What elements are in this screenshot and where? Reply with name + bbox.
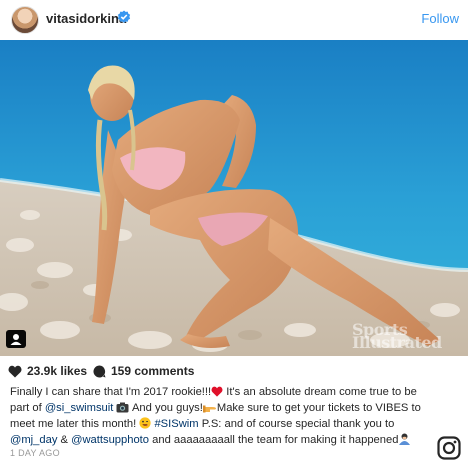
- caption-text-3: And you guys!: [129, 402, 203, 414]
- beach-photo-image: [0, 40, 468, 356]
- instagram-logo-icon[interactable]: [437, 436, 461, 460]
- mention-wattsupphoto[interactable]: @wattsupphoto: [71, 434, 149, 446]
- winking-face-icon: [139, 417, 151, 429]
- post-caption: Finally I can share that I'm 2017 rookie…: [10, 384, 438, 448]
- watermark-line-2: Illustrated: [352, 333, 442, 352]
- comments-count[interactable]: 159 comments: [111, 364, 194, 378]
- username-link[interactable]: vitasidorkina: [46, 11, 126, 26]
- heart-icon[interactable]: [8, 365, 22, 378]
- comment-icon[interactable]: [93, 365, 106, 378]
- photo-watermark: Sports Illustrated: [352, 322, 442, 352]
- follow-button[interactable]: Follow: [421, 11, 459, 26]
- mention-si-swimsuit[interactable]: @si_swimsuit: [45, 402, 114, 414]
- post-photo[interactable]: [0, 40, 468, 356]
- post-actions: 23.9k likes 159 comments: [0, 360, 468, 382]
- caption-text-1: Finally I can share that I'm 2017 rookie…: [10, 386, 212, 398]
- hashtag-siswim[interactable]: #SISwim: [154, 418, 198, 430]
- red-heart-icon: [211, 386, 223, 397]
- camera-icon: [116, 402, 129, 413]
- post-timestamp[interactable]: 1 DAY AGO: [10, 448, 60, 458]
- pointing-hand-icon: [202, 405, 216, 413]
- caption-text-7: and aaaaaaaaall the team for making it h…: [149, 434, 399, 446]
- tagged-people-icon[interactable]: [6, 330, 26, 348]
- likes-count[interactable]: 23.9k likes: [27, 364, 87, 378]
- verified-badge-icon: [117, 10, 131, 23]
- person-bowing-icon: [399, 433, 411, 445]
- caption-text-5: P.S: and of course special thank you to: [198, 418, 395, 430]
- post-header: vitasidorkina Follow: [0, 0, 468, 40]
- avatar[interactable]: [11, 6, 39, 34]
- caption-text-6: &: [57, 434, 72, 446]
- mention-mj-day[interactable]: @mj_day: [10, 434, 57, 446]
